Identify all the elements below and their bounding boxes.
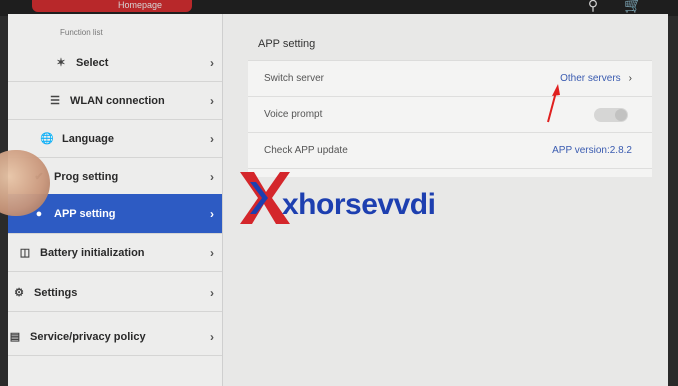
device-edge <box>668 20 678 386</box>
watermark-text: xhorsevvdi <box>282 188 436 221</box>
photo-frame: Homepage ⚲ 🛒 Function list ✶ Select › ☰ … <box>0 0 678 386</box>
